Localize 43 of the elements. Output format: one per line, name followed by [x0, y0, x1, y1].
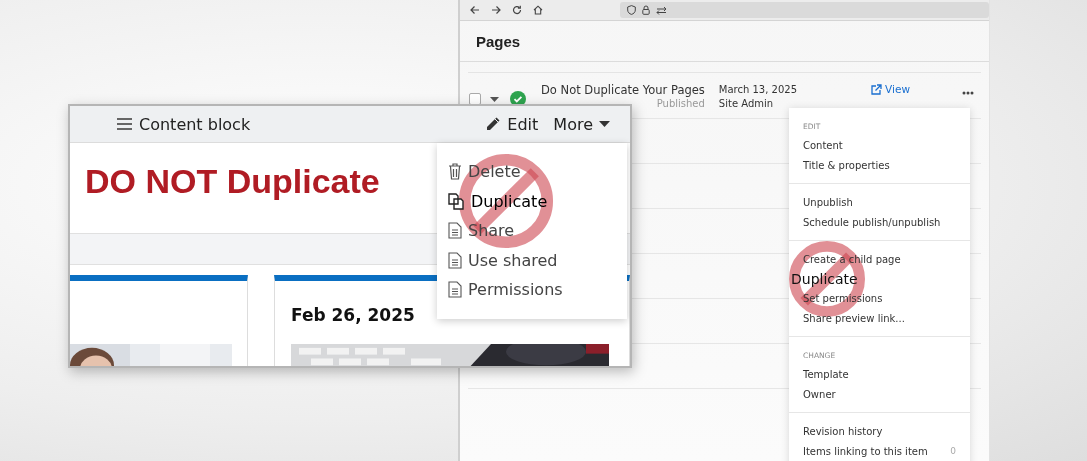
forward-icon[interactable]: [491, 5, 501, 15]
shield-icon: [627, 5, 636, 15]
pencil-icon: [485, 116, 502, 132]
item-count: 0: [950, 444, 956, 458]
card-date: Feb 26, 2025: [290, 305, 416, 325]
permissions-icon: [656, 5, 667, 15]
date-text: March 13, 2025: [718, 84, 798, 95]
document-icon: [448, 281, 462, 299]
menu-item[interactable]: Duplicate: [791, 269, 970, 289]
panel-title: Content block: [139, 114, 251, 134]
menu-item[interactable]: Share preview link...: [803, 308, 970, 328]
view-link[interactable]: View: [871, 83, 910, 95]
block-heading: DO NOT Duplicate: [85, 161, 380, 201]
menu-item[interactable]: Content: [803, 136, 970, 156]
menu-item[interactable]: Permissions: [437, 275, 627, 305]
page-title: Pages: [476, 32, 521, 50]
copy-icon: [448, 192, 465, 210]
document-icon: [448, 251, 462, 269]
status-label: Published: [656, 98, 705, 109]
document-icon: [448, 222, 462, 240]
page-name[interactable]: Do Not Duplicate Your Pages: [541, 83, 705, 97]
menu-item[interactable]: Template: [803, 365, 970, 385]
menu-item[interactable]: Schedule publish/unpublish: [803, 212, 970, 232]
menu-item[interactable]: Duplicate: [437, 186, 627, 216]
back-icon[interactable]: [470, 5, 480, 15]
author-text: Site Admin: [718, 98, 775, 109]
lock-icon: [642, 5, 650, 15]
caret-icon[interactable]: [490, 97, 499, 102]
home-icon[interactable]: [533, 5, 543, 15]
menu-item[interactable]: Use shared: [437, 245, 627, 275]
external-link-icon: [871, 83, 883, 95]
prohibition-icon: [458, 153, 554, 250]
menu-item[interactable]: Unpublish: [803, 193, 970, 213]
trash-icon: [448, 163, 462, 181]
more-icon[interactable]: [961, 91, 974, 95]
menu-item[interactable]: Owner: [803, 384, 970, 404]
menu-item[interactable]: Revision history: [803, 422, 970, 442]
menu-item[interactable]: Title & properties: [803, 155, 970, 175]
row-checkbox[interactable]: [469, 93, 481, 105]
menu-icon[interactable]: [117, 118, 132, 130]
menu-item[interactable]: Items linking to this item 0: [803, 441, 970, 461]
reload-icon[interactable]: [512, 5, 522, 15]
caret-icon: [599, 121, 610, 127]
